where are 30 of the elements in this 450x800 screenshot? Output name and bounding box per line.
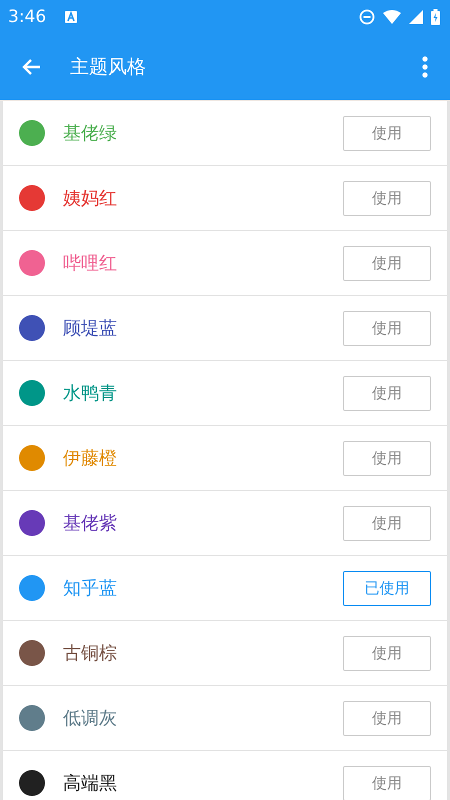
use-button[interactable]: 已使用	[343, 570, 431, 606]
more-options-icon	[422, 54, 428, 78]
battery-icon	[431, 8, 440, 24]
signal-icon	[409, 10, 423, 24]
do-not-disturb-icon	[359, 8, 375, 24]
status-time: 3:46	[8, 6, 46, 26]
use-button[interactable]: 使用	[343, 310, 431, 346]
screen-title: 主题风格	[70, 54, 146, 80]
use-button[interactable]: 使用	[343, 180, 431, 216]
notification-icon	[64, 10, 78, 24]
theme-name: 低调灰	[63, 707, 118, 730]
theme-name: 伊藤橙	[63, 447, 118, 470]
theme-name: 水鸭青	[63, 382, 118, 405]
wifi-icon	[383, 10, 401, 24]
theme-name: 哔哩红	[63, 252, 118, 275]
use-button[interactable]: 使用	[343, 116, 431, 150]
theme-name: 基佬紫	[63, 512, 118, 535]
use-button[interactable]: 使用	[343, 766, 431, 800]
use-button[interactable]: 使用	[343, 246, 431, 280]
use-button[interactable]: 使用	[343, 636, 431, 670]
theme-name: 知乎蓝	[63, 577, 118, 600]
use-button[interactable]: 使用	[343, 376, 431, 410]
theme-name: 顾堤蓝	[63, 317, 118, 340]
theme-name: 基佬绿	[63, 122, 118, 145]
use-button[interactable]: 使用	[343, 506, 431, 540]
theme-name: 古铜棕	[63, 642, 118, 665]
theme-name: 姨妈红	[63, 187, 118, 210]
theme-name: 高端黑	[63, 772, 118, 795]
use-button[interactable]: 使用	[343, 700, 431, 736]
use-button[interactable]: 使用	[343, 440, 431, 476]
